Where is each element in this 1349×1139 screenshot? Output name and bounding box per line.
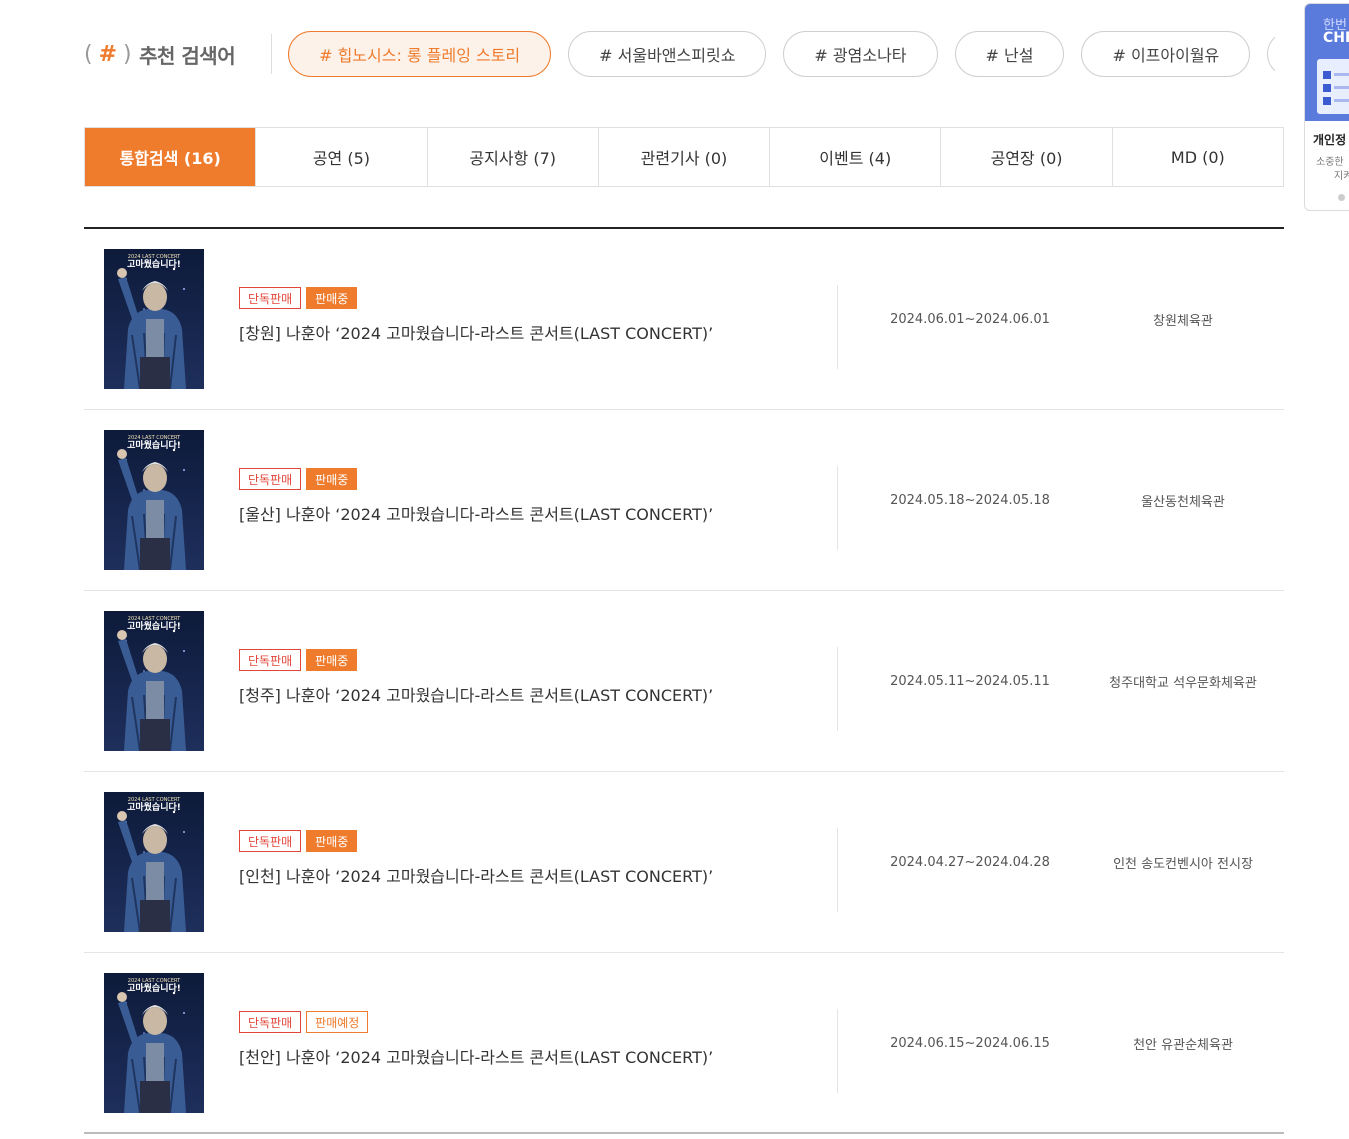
tab-articles[interactable]: 관련기사 (0): [598, 128, 771, 186]
divider: [837, 1009, 838, 1093]
divider: [837, 466, 838, 550]
result-row[interactable]: 2024 LAST CONCERT 고마웠습니다! 단독판매 판매중 [울산] 나훈아…: [84, 410, 1284, 591]
badge-group: 단독판매 판매예정: [239, 1011, 713, 1033]
poster-thumbnail[interactable]: 2024 LAST CONCERT 고마웠습니다!: [104, 973, 204, 1113]
poster-thumbnail[interactable]: 2024 LAST CONCERT 고마웠습니다!: [104, 430, 204, 570]
tab-md[interactable]: MD (0): [1112, 128, 1283, 186]
exclusive-badge: 단독판매: [239, 649, 302, 671]
sale-status-badge: 판매중: [306, 468, 358, 490]
result-row[interactable]: 2024 LAST CONCERT 고마웠습니다! 단독판매 판매중 [인천] 나훈아…: [84, 772, 1284, 953]
result-info: 단독판매 판매예정 [천안] 나훈아 ‘2024 고마웠습니다-라스트 콘서트(LA…: [239, 1011, 713, 1068]
poster-art: 2024 LAST CONCERT 고마웠습니다!: [104, 249, 204, 389]
poster-thumbnail[interactable]: 2024 LAST CONCERT 고마웠습니다!: [104, 249, 204, 389]
result-title-link[interactable]: [청주] 나훈아 ‘2024 고마웠습니다-라스트 콘서트(LAST CONCE…: [239, 682, 713, 706]
result-title-link[interactable]: [인천] 나훈아 ‘2024 고마웠습니다-라스트 콘서트(LAST CONCE…: [239, 863, 713, 887]
performance-period: 2024.05.11~2024.05.11: [890, 673, 1050, 689]
tab-all[interactable]: 통합검색 (16): [85, 128, 257, 186]
checklist-icon: [1317, 59, 1349, 114]
badge-group: 단독판매 판매중: [239, 468, 713, 490]
badge-group: 단독판매 판매중: [239, 649, 713, 671]
recommended-tag[interactable]: # 힙노시스: 롱 플레잉 스토리: [288, 31, 552, 77]
recommended-tag-list: # 힙노시스: 롱 플레잉 스토리 # 서울바앤스피릿쇼 # 광염소나타 # 난…: [288, 31, 1276, 77]
poster-title: 고마웠습니다!: [127, 801, 181, 813]
divider: [271, 34, 273, 74]
venue-name: 천안 유관순체육관: [1133, 1037, 1233, 1053]
result-title-link[interactable]: [창원] 나훈아 ‘2024 고마웠습니다-라스트 콘서트(LAST CONCE…: [239, 320, 713, 344]
result-info: 단독판매 판매중 [창원] 나훈아 ‘2024 고마웠습니다-라스트 콘서트(LAS…: [239, 287, 713, 344]
performance-period: 2024.06.15~2024.06.15: [890, 1035, 1050, 1051]
result-row[interactable]: 2024 LAST CONCERT 고마웠습니다! 단독판매 판매예정 [천안] 나훈…: [84, 953, 1284, 1134]
performance-period: 2024.05.18~2024.05.18: [890, 492, 1050, 508]
result-title-link[interactable]: [천안] 나훈아 ‘2024 고마웠습니다-라스트 콘서트(LAST CONCE…: [239, 1044, 713, 1068]
result-row[interactable]: 2024 LAST CONCERT 고마웠습니다! 단독판매 판매중 [창원] 나훈아…: [84, 229, 1284, 410]
result-row[interactable]: 2024 LAST CONCERT 고마웠습니다! 단독판매 판매중 [청주] 나훈아…: [84, 591, 1284, 772]
result-info: 단독판매 판매중 [울산] 나훈아 ‘2024 고마웠습니다-라스트 콘서트(LAS…: [239, 468, 713, 525]
sale-status-badge: 판매중: [306, 287, 358, 309]
tab-events[interactable]: 이벤트 (4): [770, 128, 942, 186]
banner-image: 한번 CHE: [1305, 4, 1349, 121]
poster-art: 2024 LAST CONCERT 고마웠습니다!: [104, 611, 204, 751]
exclusive-badge: 단독판매: [239, 287, 302, 309]
badge-group: 단독판매 판매중: [239, 287, 713, 309]
poster-art: 2024 LAST CONCERT 고마웠습니다!: [104, 792, 204, 932]
result-info: 단독판매 판매중 [인천] 나훈아 ‘2024 고마웠습니다-라스트 콘서트(LAS…: [239, 830, 713, 887]
banner-pager-dot[interactable]: [1338, 194, 1345, 201]
recommended-search-title: ( # ) 추천 검색어: [84, 40, 236, 69]
poster-thumbnail[interactable]: 2024 LAST CONCERT 고마웠습니다!: [104, 611, 204, 751]
recommended-tag[interactable]: # 난설: [954, 31, 1065, 77]
venue-name: 청주대학교 석우문화체육관: [1109, 675, 1257, 691]
tab-performance[interactable]: 공연 (5): [256, 128, 428, 186]
exclusive-badge: 단독판매: [239, 1011, 302, 1033]
divider: [837, 828, 838, 912]
poster-thumbnail[interactable]: 2024 LAST CONCERT 고마웠습니다!: [104, 792, 204, 932]
privacy-side-banner[interactable]: 한번 CHE 개인정 소중한 지켜: [1304, 3, 1349, 211]
venue-name: 인천 송도컨벤시아 전시장: [1113, 856, 1253, 872]
recommended-tag[interactable]: # 광염소나타: [783, 31, 938, 77]
poster-art: 2024 LAST CONCERT 고마웠습니다!: [104, 430, 204, 570]
banner-line2: CHE: [1323, 30, 1349, 46]
recommended-search-label: 추천 검색어: [139, 43, 236, 68]
banner-desc1: 소중한: [1316, 157, 1344, 168]
poster-title: 고마웠습니다!: [127, 620, 181, 632]
sale-status-badge: 판매중: [306, 649, 358, 671]
recommended-tag[interactable]: # 서울바앤스피릿쇼: [568, 31, 767, 77]
venue-name: 창원체육관: [1153, 313, 1213, 329]
banner-desc2: 지켜: [1334, 171, 1349, 182]
performance-period: 2024.06.01~2024.06.01: [890, 311, 1050, 327]
badge-group: 단독판매 판매중: [239, 830, 713, 852]
recommended-tag[interactable]: [1267, 31, 1276, 77]
recommended-search-bar: ( # ) 추천 검색어 # 힙노시스: 롱 플레잉 스토리 # 서울바앤스피릿…: [84, 31, 1276, 77]
result-title-link[interactable]: [울산] 나훈아 ‘2024 고마웠습니다-라스트 콘서트(LAST CONCE…: [239, 501, 713, 525]
performance-period: 2024.04.27~2024.04.28: [890, 854, 1050, 870]
poster-title: 고마웠습니다!: [127, 258, 181, 270]
tab-notice[interactable]: 공지사항 (7): [427, 128, 599, 186]
tab-venues[interactable]: 공연장 (0): [941, 128, 1113, 186]
divider: [837, 285, 838, 369]
search-results-list: 2024 LAST CONCERT 고마웠습니다! 단독판매 판매중 [창원] 나훈아…: [84, 227, 1284, 1134]
poster-art: 2024 LAST CONCERT 고마웠습니다!: [104, 973, 204, 1113]
exclusive-badge: 단독판매: [239, 468, 302, 490]
banner-text: 개인정 소중한 지켜: [1305, 121, 1349, 210]
hash-icon: ( # ): [84, 41, 132, 67]
result-info: 단독판매 판매중 [청주] 나훈아 ‘2024 고마웠습니다-라스트 콘서트(LAS…: [239, 649, 713, 706]
poster-title: 고마웠습니다!: [127, 982, 181, 994]
sale-status-badge: 판매예정: [306, 1011, 369, 1033]
divider: [837, 647, 838, 731]
banner-title: 개인정: [1313, 133, 1347, 147]
poster-title: 고마웠습니다!: [127, 439, 181, 451]
venue-name: 울산동천체육관: [1141, 494, 1225, 510]
search-category-tabs: 통합검색 (16) 공연 (5) 공지사항 (7) 관련기사 (0) 이벤트 (…: [84, 127, 1284, 187]
sale-status-badge: 판매중: [306, 830, 358, 852]
recommended-tag[interactable]: # 이프아이월유: [1081, 31, 1251, 77]
exclusive-badge: 단독판매: [239, 830, 302, 852]
